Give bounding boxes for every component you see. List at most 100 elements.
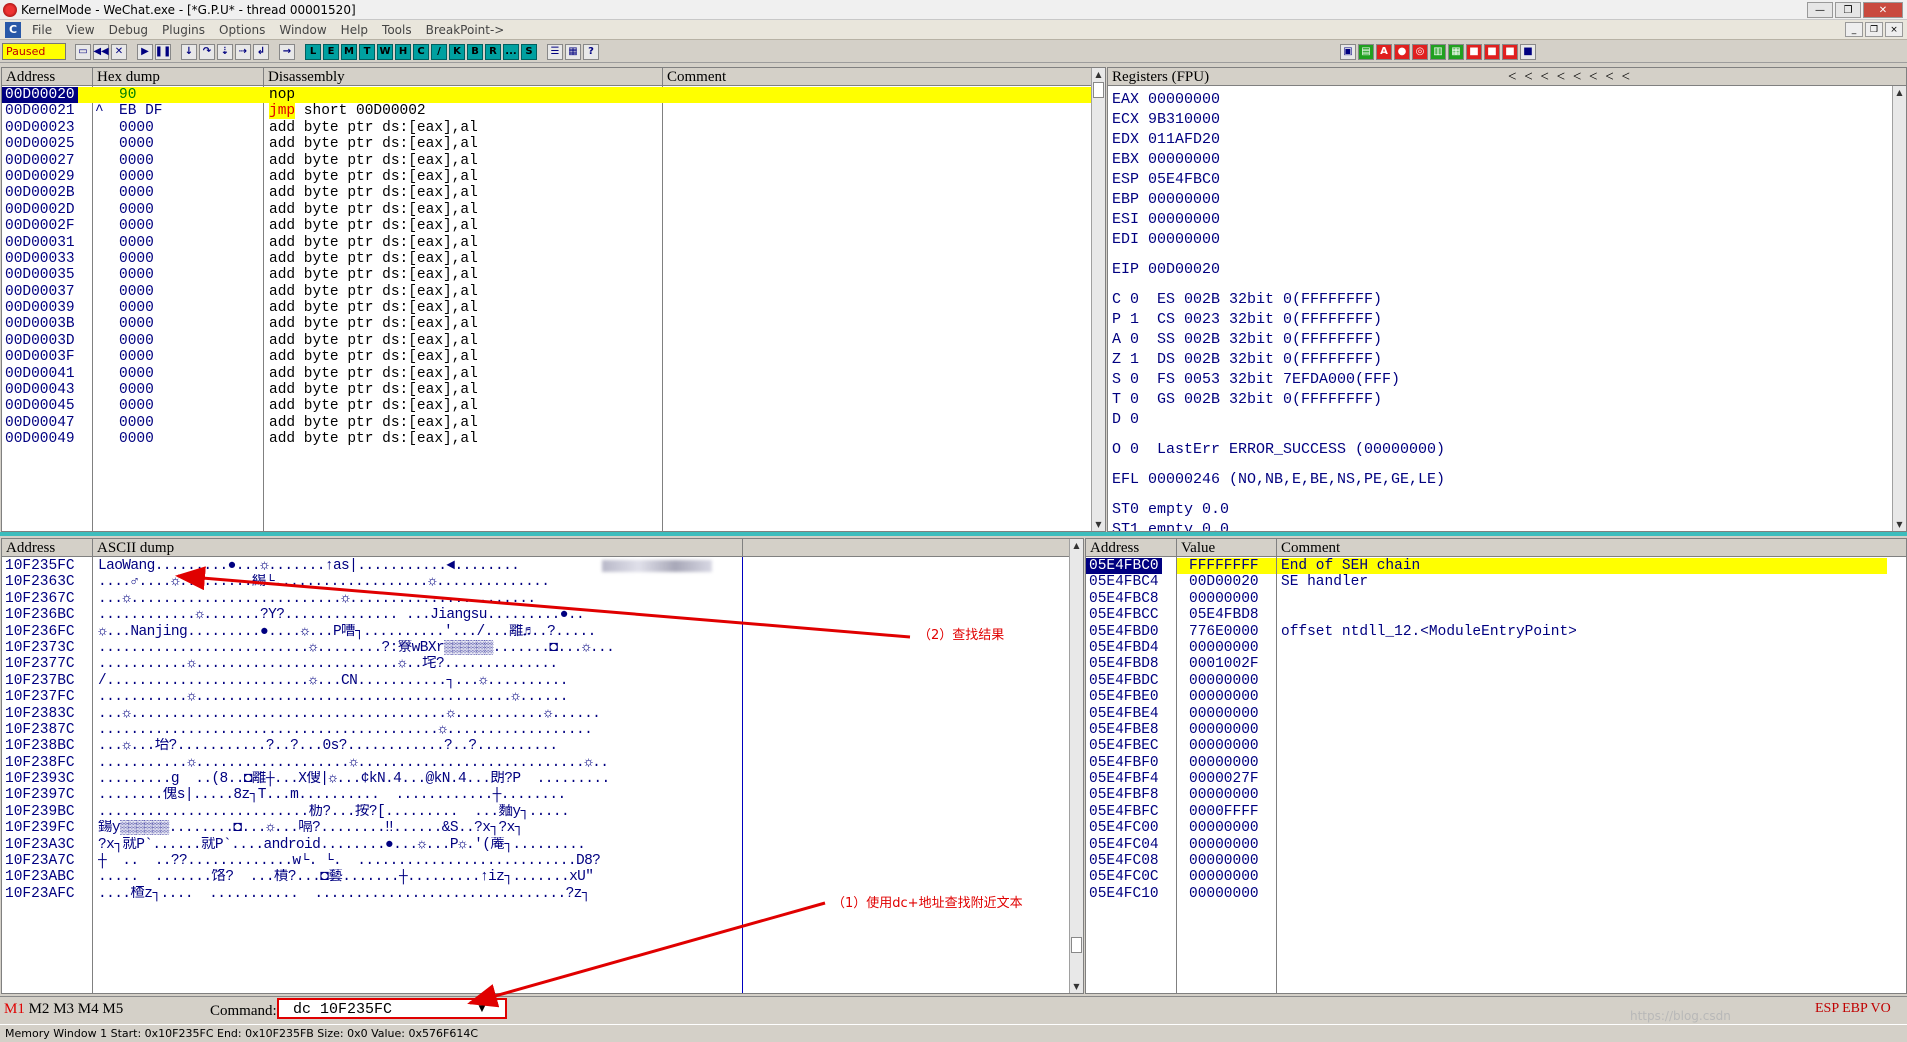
log-window-button[interactable]: L: [305, 43, 321, 60]
menu-debug[interactable]: Debug: [102, 23, 155, 37]
disasm-row[interactable]: 00D00045 0000 add byte ptr ds:[eax],al: [2, 398, 1091, 414]
menu-breakpoint[interactable]: BreakPoint->: [419, 23, 512, 37]
menu-view[interactable]: View: [59, 23, 101, 37]
stack-row[interactable]: 05E4FBF8 00000000: [1086, 787, 1906, 803]
stack-row[interactable]: 05E4FC0C 00000000: [1086, 869, 1906, 885]
trace-into-icon[interactable]: ⇣: [217, 43, 233, 60]
stack-row[interactable]: 05E4FBD8 0001002F: [1086, 656, 1906, 672]
stack-row[interactable]: 05E4FC10 00000000: [1086, 886, 1906, 902]
register-eip[interactable]: EIP 00D00020: [1112, 260, 1445, 280]
flag-segment-line[interactable]: A 0 SS 002B 32bit 0(FFFFFFFF): [1112, 330, 1445, 350]
dump-row[interactable]: 10F2383C ...☼............................…: [2, 706, 1069, 722]
cpu-window-icon[interactable]: C: [5, 21, 21, 38]
register-ecx[interactable]: ECX 9B310000: [1112, 110, 1445, 130]
close-button[interactable]: ✕: [1863, 2, 1903, 18]
stack-row[interactable]: 05E4FBD0 776E0000 offset ntdll_12.<ModuleE…: [1086, 624, 1906, 640]
references-window-button[interactable]: R: [485, 43, 501, 60]
memory-tab-m1[interactable]: M1: [4, 1001, 25, 1017]
plugin-icon-7[interactable]: ▦: [1448, 43, 1464, 60]
fpu-register[interactable]: ST1 empty 0.0: [1112, 520, 1445, 531]
run-icon[interactable]: ▶: [137, 43, 153, 60]
stack-row[interactable]: 05E4FBE4 00000000: [1086, 706, 1906, 722]
dump-row[interactable]: 10F23A3C ?x┐就P`......就P`....android......…: [2, 837, 1069, 853]
stack-pane[interactable]: Address Value Comment 05E4FBC0 FFFFFFFF En…: [1085, 538, 1907, 994]
dump-row[interactable]: 10F2373C ..........................☼.....…: [2, 640, 1069, 656]
modules-window-button[interactable]: E: [323, 43, 339, 60]
flag-segment-line[interactable]: Z 1 DS 002B 32bit 0(FFFFFFFF): [1112, 350, 1445, 370]
disasm-row[interactable]: 00D00035 0000 add byte ptr ds:[eax],al: [2, 267, 1091, 283]
disasm-row[interactable]: 00D00041 0000 add byte ptr ds:[eax],al: [2, 366, 1091, 382]
register-edi[interactable]: EDI 00000000: [1112, 230, 1445, 250]
list-icon[interactable]: ☰: [547, 43, 563, 60]
runtrace-window-button[interactable]: ...: [503, 43, 519, 60]
disasm-row[interactable]: 00D0002B 0000 add byte ptr ds:[eax],al: [2, 185, 1091, 201]
register-esi[interactable]: ESI 00000000: [1112, 210, 1445, 230]
stack-row[interactable]: 05E4FBCC 05E4FBD8: [1086, 607, 1906, 623]
cpu-window-button[interactable]: C: [413, 43, 429, 60]
stack-col-header-comment[interactable]: Comment: [1277, 539, 1906, 557]
registers-header[interactable]: Registers (FPU) < < < < < < < <: [1108, 68, 1906, 86]
mdi-minimize-button[interactable]: _: [1845, 22, 1863, 37]
dump-row[interactable]: 10F239FC 鍚y▒▒▒▒▒▒........◘...☼...嗝?......…: [2, 820, 1069, 836]
close-process-icon[interactable]: ✕: [111, 43, 127, 60]
dump-row[interactable]: 10F238BC ...☼...坮?...........?..?...0s?..…: [2, 738, 1069, 754]
disasm-row[interactable]: 00D00043 0000 add byte ptr ds:[eax],al: [2, 382, 1091, 398]
help-icon[interactable]: ?: [583, 43, 599, 60]
stack-row[interactable]: 05E4FBF0 00000000: [1086, 755, 1906, 771]
stack-row[interactable]: 05E4FC00 00000000: [1086, 820, 1906, 836]
disasm-row[interactable]: 00D00049 0000 add byte ptr ds:[eax],al: [2, 431, 1091, 447]
register-efl[interactable]: EFL 00000246 (NO,NB,E,BE,NS,PE,GE,LE): [1112, 470, 1445, 490]
disasm-row[interactable]: 00D0003F 0000 add byte ptr ds:[eax],al: [2, 349, 1091, 365]
col-header-hexdump[interactable]: Hex dump: [93, 68, 264, 86]
memory-window-button[interactable]: M: [341, 43, 357, 60]
step-over-icon[interactable]: ↷: [199, 43, 215, 60]
flag-segment-line[interactable]: O 0 LastErr ERROR_SUCCESS (00000000): [1112, 440, 1445, 460]
menu-file[interactable]: File: [25, 23, 59, 37]
stack-row[interactable]: 05E4FC08 00000000: [1086, 853, 1906, 869]
disasm-row[interactable]: 00D00039 0000 add byte ptr ds:[eax],al: [2, 300, 1091, 316]
menu-help[interactable]: Help: [334, 23, 375, 37]
stack-row[interactable]: 05E4FC04 00000000: [1086, 837, 1906, 853]
stack-col-header-address[interactable]: Address: [1086, 539, 1177, 557]
disasm-row[interactable]: 00D00023 0000 add byte ptr ds:[eax],al: [2, 120, 1091, 136]
stack-row[interactable]: 05E4FBF4 0000027F: [1086, 771, 1906, 787]
stack-col-header-value[interactable]: Value: [1177, 539, 1277, 557]
grid-icon[interactable]: ▦: [565, 43, 581, 60]
memory-tab-m2[interactable]: M2: [29, 1001, 50, 1017]
col-header-comment[interactable]: Comment: [663, 68, 1092, 86]
stack-row[interactable]: 05E4FBE0 00000000: [1086, 689, 1906, 705]
dump-row[interactable]: 10F236FC ☼...Nanjing.........●....☼...P嘈┐…: [2, 624, 1069, 640]
plugin-icon-6[interactable]: ▥: [1430, 43, 1446, 60]
stack-row[interactable]: 05E4FBC4 00D00020 SE handler: [1086, 574, 1906, 590]
plugin-icon-5[interactable]: ◎: [1412, 43, 1428, 60]
col-header-disassembly[interactable]: Disassembly: [264, 68, 663, 86]
dump-scrollbar[interactable]: ▲ ▼: [1069, 539, 1083, 993]
stack-row[interactable]: 05E4FBEC 00000000: [1086, 738, 1906, 754]
disasm-row[interactable]: 00D00047 0000 add byte ptr ds:[eax],al: [2, 415, 1091, 431]
memory-tab-m3[interactable]: M3: [53, 1001, 74, 1017]
stack-row[interactable]: 05E4FBE8 00000000: [1086, 722, 1906, 738]
menu-window[interactable]: Window: [272, 23, 333, 37]
menu-tools[interactable]: Tools: [375, 23, 419, 37]
dump-row[interactable]: 10F2393C .........g ..(8..◘離┼...X傁|☼...¢k…: [2, 771, 1069, 787]
dump-col-header-ascii[interactable]: ASCII dump: [93, 539, 743, 557]
plugin-icon-2[interactable]: ▤: [1358, 43, 1374, 60]
stack-row[interactable]: 05E4FBC0 FFFFFFFF End of SEH chain: [1086, 558, 1906, 575]
disasm-row[interactable]: 00D0002F 0000 add byte ptr ds:[eax],al: [2, 218, 1091, 234]
plugin-icon-3[interactable]: A: [1376, 43, 1392, 60]
stack-row[interactable]: 05E4FBDC 00000000: [1086, 673, 1906, 689]
register-esp[interactable]: ESP 05E4FBC0: [1112, 170, 1445, 190]
col-header-address[interactable]: Address: [2, 68, 93, 86]
open-icon[interactable]: ▭: [75, 43, 91, 60]
plugin-icon-9[interactable]: ■: [1484, 43, 1500, 60]
disasm-row[interactable]: 00D00020 90 nop: [2, 87, 1091, 104]
minimize-button[interactable]: —: [1807, 2, 1833, 18]
memory-tab-m4[interactable]: M4: [78, 1001, 99, 1017]
handles-window-button[interactable]: H: [395, 43, 411, 60]
stack-row[interactable]: 05E4FBC8 00000000: [1086, 591, 1906, 607]
dump-row[interactable]: 10F237FC ...........☼....................…: [2, 689, 1069, 705]
plugin-icon-4[interactable]: ●: [1394, 43, 1410, 60]
plugin-icon-10[interactable]: ■: [1502, 43, 1518, 60]
mdi-close-button[interactable]: ×: [1885, 22, 1903, 37]
dump-row[interactable]: 10F23A7C ┼ .. ..??.............w└. └. ...…: [2, 853, 1069, 869]
